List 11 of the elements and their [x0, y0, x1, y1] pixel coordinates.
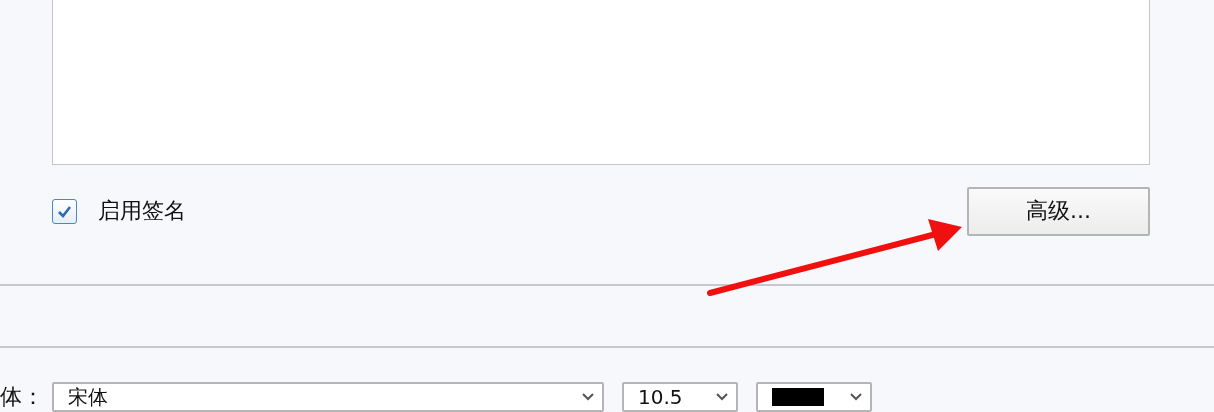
font-label: 体：: [0, 383, 45, 411]
font-dropdown[interactable]: 宋体: [52, 382, 604, 412]
dropdown-caret-icon: [582, 393, 594, 401]
dropdown-caret-icon: [716, 393, 728, 401]
color-dropdown[interactable]: [756, 382, 872, 412]
checkbox-label: 启用签名: [98, 197, 186, 225]
advanced-button[interactable]: 高级...: [967, 186, 1150, 236]
dropdown-caret-icon: [850, 393, 862, 401]
checkbox[interactable]: [52, 198, 77, 224]
size-dropdown[interactable]: 10.5: [622, 382, 738, 412]
checkmark-icon: [57, 204, 72, 218]
